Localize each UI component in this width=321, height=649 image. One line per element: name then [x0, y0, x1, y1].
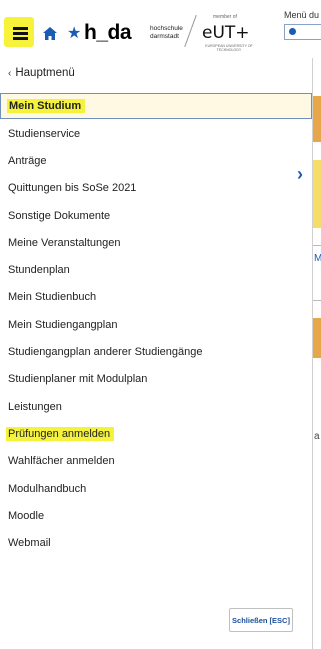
search-icon — [289, 28, 296, 35]
menu-item-label: Moodle — [8, 509, 45, 522]
hda-logo-subtitle: hochschule darmstadt — [150, 25, 183, 41]
home-icon[interactable] — [43, 27, 57, 40]
logo-sub-line2: darmstadt — [150, 33, 179, 40]
chevron-left-icon: ‹ — [8, 67, 12, 79]
menu-item-label: Prüfungen anmelden — [6, 426, 115, 441]
menu-item-label: Mein Studiengangplan — [8, 318, 118, 331]
background-divider — [313, 300, 321, 301]
chevron-right-icon[interactable]: › — [297, 164, 303, 185]
menu-item-label: Studienservice — [8, 127, 81, 140]
menu-item-label: Meine Veranstaltungen — [8, 236, 121, 249]
back-to-main-menu[interactable]: ‹ Hauptmenü — [0, 58, 312, 88]
menu-item-label: Mein Studium — [7, 99, 86, 113]
menu-item-label: Sonstige Dokumente — [8, 209, 111, 222]
menu-item-moodle[interactable]: Moodle — [0, 502, 312, 529]
menu-item-quittungen[interactable]: Quittungen bis SoSe 2021 — [0, 175, 312, 202]
menu-item-modulhandbuch[interactable]: Modulhandbuch — [0, 475, 312, 502]
menu-item-label: Mein Studienbuch — [8, 291, 97, 304]
close-button[interactable]: Schließen [ESC] — [229, 608, 293, 632]
top-header: ★ h_da hochschule darmstadt member of eU… — [0, 0, 321, 59]
menu-item-antraege[interactable]: Anträge — [0, 147, 312, 174]
menu-list: Mein Studium Studienservice Anträge Quit… — [0, 93, 312, 557]
background-divider — [313, 245, 321, 246]
menu-search-input[interactable] — [284, 24, 321, 40]
menu-item-label: Modulhandbuch — [8, 482, 87, 495]
menu-search-label: Menü du — [284, 10, 320, 20]
menu-item-label: Stundenplan — [8, 264, 70, 277]
menu-item-label: Studiengangplan anderer Studiengänge — [8, 346, 203, 359]
menu-item-meine-veranstaltungen[interactable]: Meine Veranstaltungen — [0, 229, 312, 256]
hamburger-icon[interactable] — [13, 27, 28, 40]
menu-item-leistungen[interactable]: Leistungen — [0, 393, 312, 420]
eut-tagline: EUROPEAN UNIVERSITY OF TECHNOLOGY — [205, 44, 253, 52]
menu-item-webmail[interactable]: Webmail — [0, 529, 312, 556]
menu-item-wahlfaecher-anmelden[interactable]: Wahlfächer anmelden — [0, 448, 312, 475]
menu-item-pruefungen-anmelden[interactable]: Prüfungen anmelden — [0, 420, 312, 447]
menu-item-label: Webmail — [8, 537, 51, 550]
menu-item-mein-studienbuch[interactable]: Mein Studienbuch — [0, 284, 312, 311]
hda-logo[interactable]: h_da — [84, 21, 132, 45]
menu-item-label: Leistungen — [8, 400, 62, 413]
background-text: M — [314, 253, 321, 264]
menu-item-label: Anträge — [8, 154, 47, 167]
menu-item-sonstige-dokumente[interactable]: Sonstige Dokumente — [0, 202, 312, 229]
menu-item-mein-studiengangplan[interactable]: Mein Studiengangplan — [0, 311, 312, 338]
menu-item-label: Quittungen bis SoSe 2021 — [8, 182, 137, 195]
logo-divider — [184, 14, 197, 48]
logo-sub-line1: hochschule — [150, 25, 183, 32]
menu-item-studiengangplan-anderer[interactable]: Studiengangplan anderer Studiengänge — [0, 338, 312, 365]
eut-member-text: member of — [213, 14, 237, 20]
page: ★ h_da hochschule darmstadt member of eU… — [0, 0, 321, 649]
background-text: a — [314, 431, 320, 442]
menu-item-label: Studienplaner mit Modulplan — [8, 373, 148, 386]
eut-logo-text: eUT+ — [202, 23, 250, 43]
eut-logo[interactable]: member of eUT+ EUROPEAN UNIVERSITY OF TE… — [200, 14, 253, 52]
star-icon[interactable]: ★ — [67, 23, 81, 43]
menu-item-studienplaner[interactable]: Studienplaner mit Modulplan — [0, 366, 312, 393]
side-menu-panel: ‹ Hauptmenü Mein Studium Studienservice … — [0, 58, 313, 649]
back-label: Hauptmenü — [15, 67, 75, 79]
menu-item-studienservice[interactable]: Studienservice — [0, 120, 312, 147]
menu-item-stundenplan[interactable]: Stundenplan — [0, 256, 312, 283]
menu-item-label: Wahlfächer anmelden — [8, 455, 115, 468]
background-tile-yellow — [313, 160, 321, 228]
background-tile-orange — [313, 96, 321, 142]
background-tile-orange — [313, 318, 321, 358]
menu-item-mein-studium[interactable]: Mein Studium — [0, 93, 312, 119]
